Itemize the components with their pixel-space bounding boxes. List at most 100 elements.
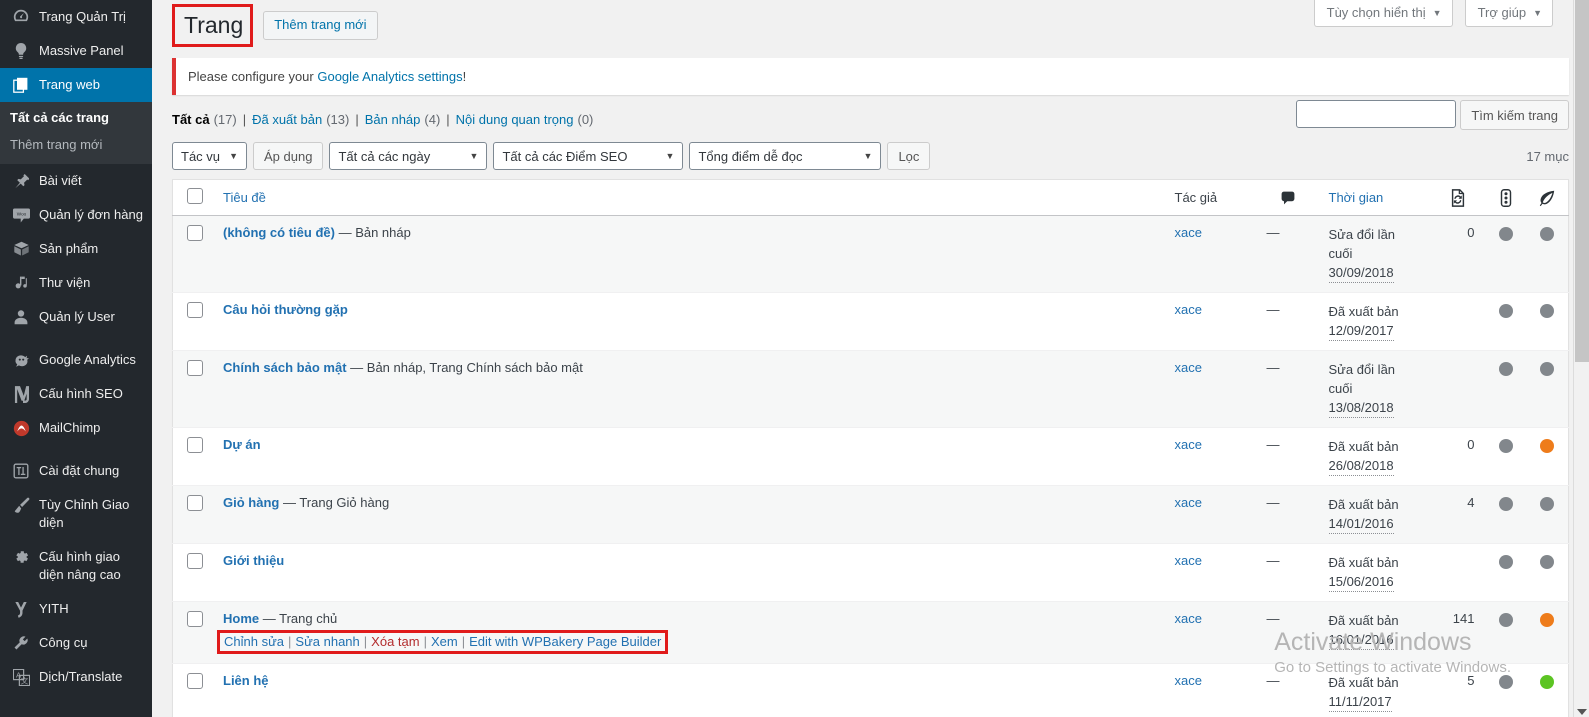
row-action-x-a-t-m[interactable]: Xóa tạm bbox=[371, 634, 419, 649]
row-checkbox[interactable] bbox=[187, 495, 203, 511]
sidebar-item-yith[interactable]: YITH bbox=[0, 592, 152, 626]
sidebar-item-qu-n-l-n-h-ng[interactable]: Woo Quản lý đơn hàng bbox=[0, 198, 152, 232]
sidebar-item-label: Quản lý User bbox=[39, 309, 115, 324]
page-title-link[interactable]: Câu hỏi thường gặp bbox=[223, 302, 348, 317]
table-row: Dự án xace — Đã xuất bản 26/08/2018 0 bbox=[172, 428, 1569, 486]
settings-icon bbox=[10, 462, 32, 480]
search-input[interactable] bbox=[1296, 100, 1457, 128]
row-select-cell bbox=[173, 428, 214, 486]
status-filter-label[interactable]: Tất cả bbox=[172, 112, 210, 127]
google-analytics-settings-link[interactable]: Google Analytics settings bbox=[317, 69, 462, 84]
add-new-page-button[interactable]: Thêm trang mới bbox=[263, 11, 378, 40]
author-link[interactable]: xace bbox=[1175, 611, 1202, 626]
author-link[interactable]: xace bbox=[1175, 360, 1202, 375]
row-seo-score-cell bbox=[1485, 293, 1527, 351]
row-action-edit-with-wpbakery-page-builder[interactable]: Edit with WPBakery Page Builder bbox=[469, 634, 661, 649]
seo-score-filter-select[interactable]: Tất cả các Điểm SEO ▼ bbox=[493, 142, 684, 170]
author-link[interactable]: xace bbox=[1175, 673, 1202, 688]
page-title-link[interactable]: Giỏ hàng bbox=[223, 495, 279, 510]
row-seo-score-cell bbox=[1485, 602, 1527, 664]
gear-icon bbox=[10, 548, 32, 566]
column-header-title[interactable]: Tiêu đề bbox=[213, 179, 1165, 216]
page-title-link[interactable]: Giới thiệu bbox=[223, 553, 284, 568]
page-scrollbar[interactable] bbox=[1573, 0, 1589, 717]
column-header-readability[interactable] bbox=[1526, 179, 1569, 216]
author-link[interactable]: xace bbox=[1175, 437, 1202, 452]
sidebar-item-b-i-vi-t[interactable]: Bài viết bbox=[0, 164, 152, 198]
row-checkbox[interactable] bbox=[187, 360, 203, 376]
column-header-comments[interactable] bbox=[1256, 179, 1319, 216]
sidebar-item-qu-n-l-user[interactable]: Quản lý User bbox=[0, 300, 152, 334]
row-checkbox[interactable] bbox=[187, 553, 203, 569]
row-checkbox[interactable] bbox=[187, 611, 203, 627]
column-header-revisions bbox=[1430, 179, 1485, 216]
author-link[interactable]: xace bbox=[1175, 225, 1202, 240]
sidebar-item-google-analytics[interactable]: Google Analytics bbox=[0, 343, 152, 377]
status-filter-count: (0) bbox=[577, 112, 594, 127]
column-header-seo-score[interactable] bbox=[1484, 179, 1527, 216]
sidebar-item-trang-web[interactable]: Trang web bbox=[0, 68, 152, 102]
page-title-link[interactable]: Home bbox=[223, 611, 259, 626]
page-scrollbar-thumb[interactable] bbox=[1575, 0, 1589, 362]
sidebar-item-c-i-t-chung[interactable]: Cài đặt chung bbox=[0, 454, 152, 488]
status-filter-label[interactable]: Bản nháp bbox=[365, 112, 421, 127]
author-link[interactable]: xace bbox=[1175, 553, 1202, 568]
sidebar-item-c-u-h-nh-seo[interactable]: Cấu hình SEO bbox=[0, 377, 152, 411]
sidebar-item-d-ch-translate[interactable]: A 文 Dịch/Translate bbox=[0, 660, 152, 694]
yith-icon bbox=[10, 600, 32, 618]
page-title-link[interactable]: Liên hệ bbox=[223, 673, 269, 688]
page-title-link[interactable]: Chính sách bảo mật bbox=[223, 360, 347, 375]
row-actions: Chỉnh sửa | Sửa nhanh | Xóa tạm | Xem | Edit wit… bbox=[217, 630, 669, 654]
status-filter-label[interactable]: Nội dung quan trọng bbox=[456, 112, 574, 127]
row-action-ch-nh-s-a[interactable]: Chỉnh sửa bbox=[224, 634, 284, 649]
row-checkbox[interactable] bbox=[187, 437, 203, 453]
sidebar-item-t-y-ch-nh-giao-di-n[interactable]: Tùy Chỉnh Giao diện bbox=[0, 488, 152, 540]
sidebar-item-trang-qu-n-tr[interactable]: Trang Quản Trị bbox=[0, 0, 152, 34]
status-filter-n-i-dung-quan-tr-ng[interactable]: Nội dung quan trọng (0) bbox=[456, 112, 594, 127]
status-filter-label[interactable]: Đã xuất bản bbox=[252, 112, 322, 127]
row-checkbox[interactable] bbox=[187, 673, 203, 689]
filter-button[interactable]: Lọc bbox=[887, 142, 931, 170]
search-submit-button[interactable]: Tìm kiếm trang bbox=[1460, 100, 1569, 130]
chevron-down-icon: ▼ bbox=[863, 151, 873, 161]
row-action-s-a-nhanh[interactable]: Sửa nhanh bbox=[295, 634, 359, 649]
page-title-link[interactable]: (không có tiêu đề) bbox=[223, 225, 335, 240]
status-filter-b-n-nh-p[interactable]: Bản nháp (4) bbox=[365, 112, 441, 127]
row-readability-cell bbox=[1527, 351, 1569, 428]
scroll-down-arrow-icon[interactable] bbox=[1577, 709, 1587, 715]
date-status-label: Đã xuất bản bbox=[1328, 675, 1399, 690]
sidebar-item-label: Cài đặt chung bbox=[39, 463, 120, 478]
wrench-icon bbox=[10, 634, 32, 652]
notice-suffix: ! bbox=[462, 69, 467, 84]
select-all-checkbox[interactable] bbox=[187, 188, 203, 204]
column-header-author: Tác giả bbox=[1164, 179, 1257, 216]
notice-prefix: Please configure your bbox=[188, 69, 318, 84]
page-title-link[interactable]: Dự án bbox=[223, 437, 261, 452]
author-link[interactable]: xace bbox=[1175, 495, 1202, 510]
sidebar-subitem-t-t-c-c-c-trang[interactable]: Tất cả các trang bbox=[0, 104, 152, 131]
author-link[interactable]: xace bbox=[1175, 302, 1202, 317]
status-filter-xu-t-b-n[interactable]: Đã xuất bản (13) bbox=[252, 112, 349, 127]
sidebar-item-mailchimp[interactable]: MailChimp bbox=[0, 411, 152, 445]
sidebar-subitem-th-m-trang-m-i[interactable]: Thêm trang mới bbox=[0, 131, 152, 158]
bulk-actions-select[interactable]: Tác vụ ▼ bbox=[172, 142, 248, 170]
row-checkbox[interactable] bbox=[187, 302, 203, 318]
sidebar-item-c-ng-c[interactable]: Công cụ bbox=[0, 626, 152, 660]
date-value: 11/11/2017 bbox=[1328, 692, 1392, 712]
sidebar-item-c-u-h-nh-giao-di-n-n-ng-cao[interactable]: Cấu hình giao diện nâng cao bbox=[0, 540, 152, 592]
apply-bulk-action-button[interactable]: Áp dụng bbox=[253, 142, 324, 170]
sidebar-separator bbox=[0, 334, 152, 343]
box-icon bbox=[10, 240, 32, 258]
sidebar-item-label: Thư viện bbox=[39, 275, 91, 290]
row-author-cell: xace bbox=[1165, 351, 1257, 428]
status-filter-t-t-c[interactable]: Tất cả (17) bbox=[172, 112, 237, 127]
sidebar-item-s-n-ph-m[interactable]: Sản phẩm bbox=[0, 232, 152, 266]
date-filter-select[interactable]: Tất cả các ngày ▼ bbox=[329, 142, 488, 170]
readability-filter-select[interactable]: Tổng điểm dễ đọc ▼ bbox=[689, 142, 882, 170]
sidebar-item-label: Trang Quản Trị bbox=[39, 9, 126, 24]
column-header-date[interactable]: Thời gian bbox=[1318, 179, 1431, 216]
sidebar-item-th-vi-n[interactable]: Thư viện bbox=[0, 266, 152, 300]
row-action-xem[interactable]: Xem bbox=[431, 634, 458, 649]
row-checkbox[interactable] bbox=[187, 225, 203, 241]
sidebar-item-massive-panel[interactable]: Massive Panel bbox=[0, 34, 152, 68]
